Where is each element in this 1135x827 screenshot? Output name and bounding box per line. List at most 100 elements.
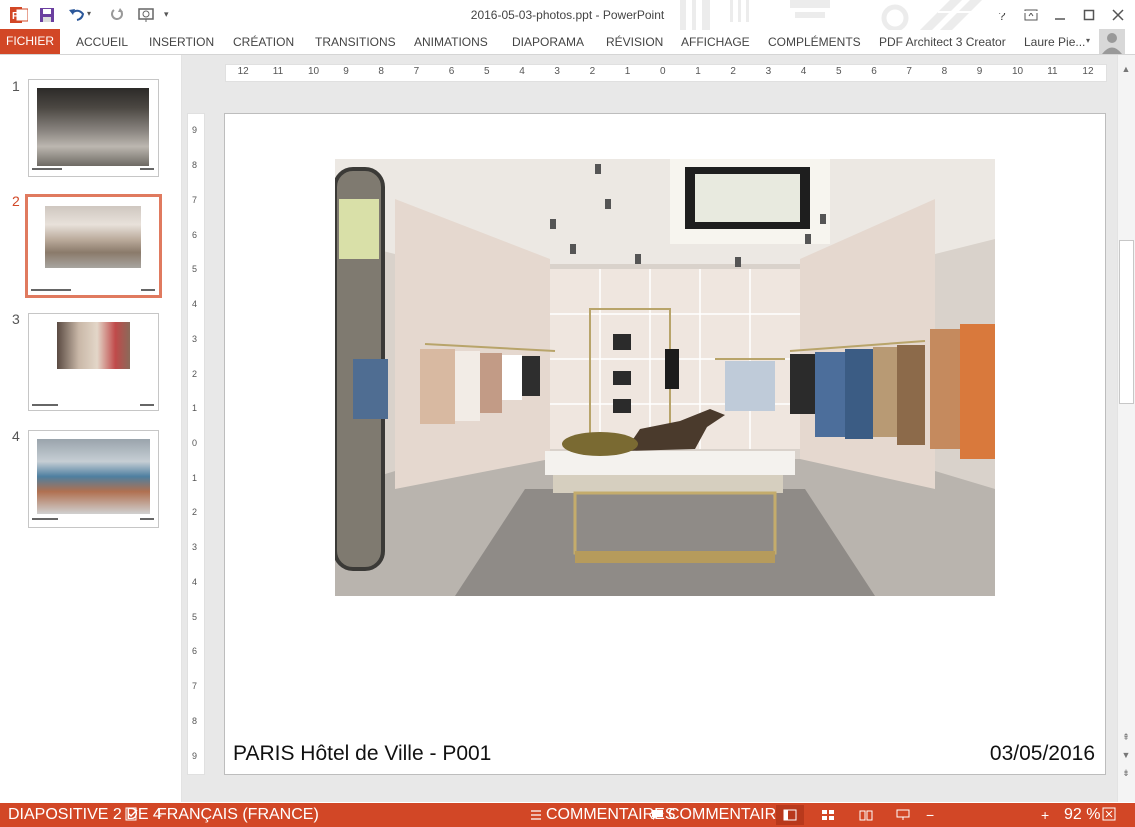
vertical-ruler[interactable]: 9 8 7 6 5 4 3 2 1 0 1 2 3 4 5 6 7 8 9 xyxy=(187,113,205,775)
ruler-tick-label: 7 xyxy=(413,66,420,77)
ruler-tick-label: 0 xyxy=(660,66,666,77)
thumbnail-date-line xyxy=(140,168,154,170)
spelling-check-icon[interactable] xyxy=(125,807,139,826)
tab-design[interactable]: CRÉATION xyxy=(233,30,294,54)
ruler-tick-label: 9 xyxy=(343,66,349,77)
ruler-tick-label: 3 xyxy=(765,66,772,77)
slide-thumbnail-2[interactable] xyxy=(25,194,162,298)
account-dropdown-icon[interactable]: ▾ xyxy=(1086,36,1090,45)
zoom-slider[interactable] xyxy=(938,11,1038,13)
ruler-tick-label: 9 xyxy=(192,125,198,136)
tab-file[interactable]: FICHIER xyxy=(0,29,60,54)
ruler-tick-label: 3 xyxy=(192,542,198,553)
ruler-tick-label: 7 xyxy=(192,194,198,205)
ruler-tick-label: 1 xyxy=(192,403,198,414)
minimize-button[interactable] xyxy=(1046,3,1074,27)
ruler-tick-label: 2 xyxy=(730,66,736,77)
reading-view-icon[interactable] xyxy=(852,805,880,825)
slide-caption[interactable]: PARIS Hôtel de Ville - P001 xyxy=(233,742,491,766)
ruler-tick-label: 6 xyxy=(192,646,198,657)
ruler-tick-label: 4 xyxy=(800,66,807,77)
fit-slide-to-window-icon[interactable] xyxy=(1102,807,1116,826)
ruler-tick-label: 1 xyxy=(192,472,198,483)
tab-transitions[interactable]: TRANSITIONS xyxy=(315,30,396,54)
thumbnail-caption-line xyxy=(32,168,62,170)
thumbnail-caption-line xyxy=(32,518,58,520)
tab-pdf-architect[interactable]: PDF Architect 3 Creator xyxy=(879,30,1006,54)
ruler-tick-label: 10 xyxy=(1012,66,1024,77)
slide-date[interactable]: 03/05/2016 xyxy=(990,742,1095,766)
ruler-tick-label: 1 xyxy=(695,66,701,77)
slideshow-view-icon[interactable] xyxy=(889,805,917,825)
user-avatar[interactable] xyxy=(1099,29,1125,54)
zoom-level[interactable]: 92 % xyxy=(1064,803,1100,827)
ruler-tick-label: 8 xyxy=(192,160,198,171)
ruler-tick-label: 4 xyxy=(192,299,198,310)
maximize-button[interactable] xyxy=(1075,3,1103,27)
ruler-tick-label: 7 xyxy=(906,66,912,77)
title-pattern-decoration xyxy=(680,0,982,30)
ruler-tick-label: 12 xyxy=(1082,66,1094,77)
thumbnail-number: 4 xyxy=(12,428,20,444)
zoom-in-icon[interactable]: + xyxy=(1041,803,1049,827)
horizontal-ruler[interactable]: 12 11 10 9 8 7 6 5 4 3 2 1 0 1 2 3 4 5 6 7 8 9 10 11 12 xyxy=(225,64,1107,82)
thumbnail-caption-line xyxy=(32,404,58,406)
ruler-tick-label: 11 xyxy=(272,66,284,77)
slide-thumbnail-1[interactable] xyxy=(28,79,159,177)
ruler-tick-label: 4 xyxy=(519,66,525,77)
user-account-name[interactable]: Laure Pie... xyxy=(1024,30,1085,54)
help-button[interactable]: ? xyxy=(988,3,1016,27)
notes-icon[interactable] xyxy=(530,808,542,826)
thumbnail-number: 1 xyxy=(12,78,20,94)
ruler-tick-label: 1 xyxy=(624,66,631,77)
tab-insert[interactable]: INSERTION xyxy=(149,30,214,54)
slide-photo[interactable] xyxy=(335,159,995,596)
ruler-tick-label: 3 xyxy=(554,66,560,77)
ruler-tick-label: 5 xyxy=(484,66,490,77)
slide-thumbnail-3[interactable] xyxy=(28,313,159,411)
ruler-tick-label: 4 xyxy=(192,576,198,587)
ruler-tick-label: 2 xyxy=(192,507,198,518)
ruler-tick-label: 8 xyxy=(192,715,198,726)
thumbnail-photo xyxy=(37,88,149,166)
vertical-scrollbar[interactable] xyxy=(1117,55,1135,802)
next-slide-icon[interactable]: ⇟ xyxy=(1118,766,1134,780)
tab-view[interactable]: AFFICHAGE xyxy=(681,30,750,54)
scroll-down-icon[interactable]: ▼ xyxy=(1118,748,1134,762)
close-button[interactable] xyxy=(1104,3,1132,27)
ruler-tick-label: 11 xyxy=(1047,66,1058,77)
ruler-tick-label: 6 xyxy=(448,66,455,77)
thumbnail-number: 3 xyxy=(12,311,20,327)
slide-sorter-view-icon[interactable] xyxy=(814,805,842,825)
tab-home[interactable]: ACCUEIL xyxy=(76,30,128,54)
slide-thumbnail-4[interactable] xyxy=(28,430,159,528)
ruler-tick-label: 7 xyxy=(192,681,198,692)
ribbon-display-options-icon[interactable] xyxy=(1017,3,1045,27)
zoom-slider-handle[interactable] xyxy=(983,5,986,19)
thumbnail-photo xyxy=(37,439,150,514)
previous-slide-icon[interactable]: ⇞ xyxy=(1118,730,1134,744)
normal-view-icon[interactable] xyxy=(776,805,804,825)
tab-slideshow[interactable]: DIAPORAMA xyxy=(512,30,584,54)
tab-animations[interactable]: ANIMATIONS xyxy=(414,30,488,54)
tab-review[interactable]: RÉVISION xyxy=(606,30,663,54)
thumbnail-date-line xyxy=(141,289,155,291)
ruler-tick-label: 8 xyxy=(941,66,948,77)
ruler-tick-label: 6 xyxy=(871,66,877,77)
comments-icon[interactable] xyxy=(651,808,664,826)
scroll-up-icon[interactable]: ▲ xyxy=(1118,62,1134,76)
ruler-tick-label: 6 xyxy=(192,229,198,240)
tab-addins[interactable]: COMPLÉMENTS xyxy=(768,30,861,54)
thumbnail-date-line xyxy=(140,404,154,406)
ruler-tick-label: 5 xyxy=(192,611,198,622)
ruler-tick-label: 10 xyxy=(308,66,320,77)
scrollbar-thumb[interactable] xyxy=(1119,240,1134,404)
ruler-tick-label: 0 xyxy=(192,438,198,448)
language-indicator[interactable]: FRANÇAIS (FRANCE) xyxy=(157,803,319,827)
thumbnail-date-line xyxy=(140,518,154,520)
thumbnail-photo xyxy=(45,206,141,268)
zoom-out-icon[interactable]: − xyxy=(926,803,934,827)
slide-canvas[interactable]: PARIS Hôtel de Ville - P001 03/05/2016 xyxy=(224,113,1106,775)
ruler-tick-label: 5 xyxy=(836,66,842,77)
ruler-tick-label: 9 xyxy=(192,750,198,761)
